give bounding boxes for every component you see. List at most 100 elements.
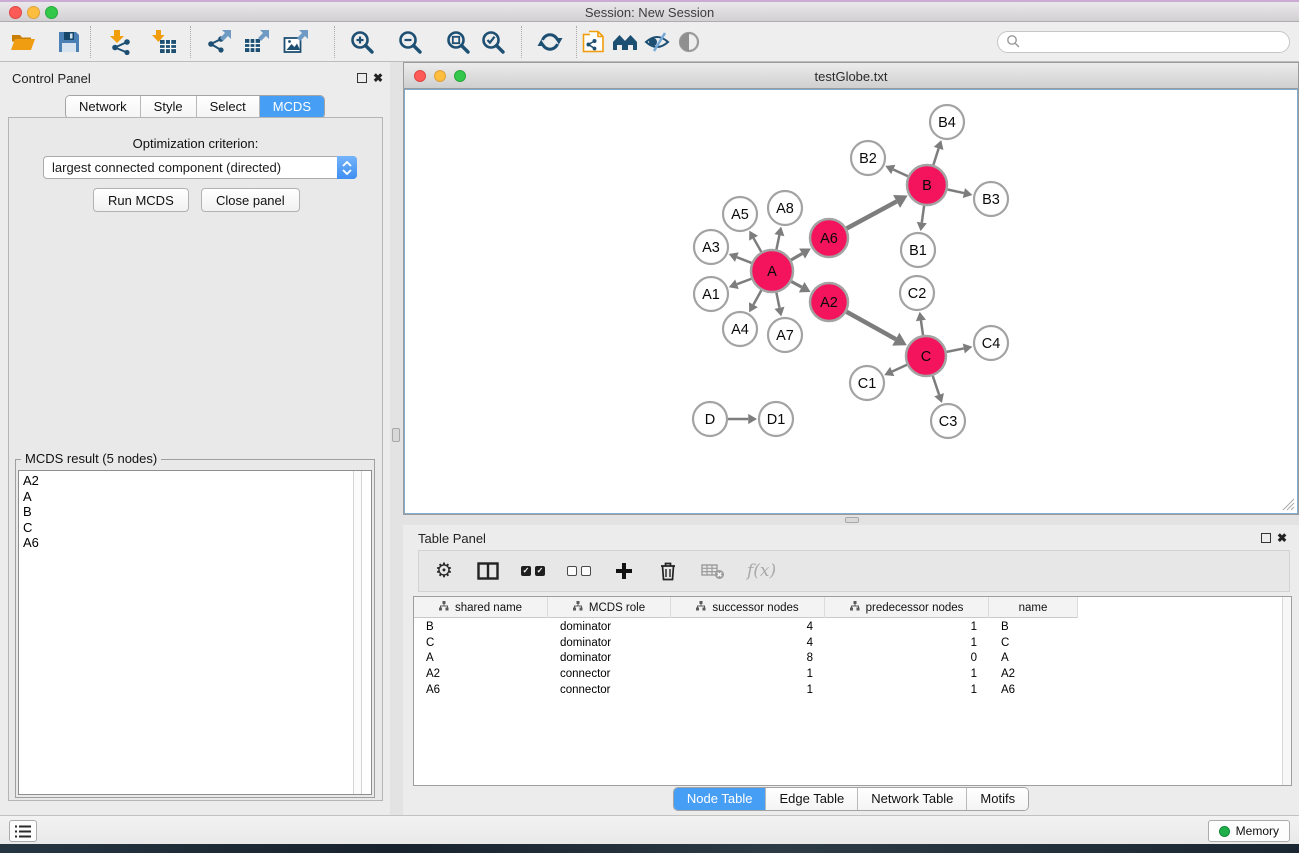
import-network-icon[interactable]	[108, 29, 134, 55]
save-session-icon[interactable]	[56, 29, 82, 55]
splitter-grip[interactable]	[392, 428, 400, 442]
result-item[interactable]: A2	[19, 473, 351, 489]
import-table-icon[interactable]	[151, 29, 177, 55]
edge-arrowhead	[963, 343, 973, 353]
edge-A-A5[interactable]	[754, 238, 762, 252]
deselect-all-icon[interactable]	[567, 558, 591, 584]
table-options-gear-icon[interactable]: ⚙	[433, 558, 455, 584]
zoom-out-icon[interactable]	[397, 29, 423, 55]
network-canvas[interactable]: AA6A2BCA1A3A5A8A4A7B1B2B3B4C1C2C3C4DD1	[404, 89, 1298, 514]
show-graphics-details-icon[interactable]	[676, 29, 702, 55]
table-scrollbar[interactable]	[1282, 597, 1291, 785]
zoom-fit-icon[interactable]	[445, 29, 471, 55]
export-table-icon[interactable]	[244, 29, 270, 55]
tab-network[interactable]: Network	[66, 96, 141, 118]
edge-A-A2[interactable]	[791, 282, 801, 288]
table-cell: A6	[989, 684, 1078, 696]
column-header-name[interactable]: name	[989, 597, 1078, 618]
edge-C-C1[interactable]	[892, 365, 907, 372]
mcds-result-group: MCDS result (5 nodes) A2ABCA6	[15, 459, 375, 798]
edge-B-B1[interactable]	[922, 206, 924, 223]
hide-graphics-details-icon[interactable]	[644, 29, 670, 55]
edge-B-B4[interactable]	[933, 148, 938, 165]
toolbar-divider	[521, 26, 522, 58]
task-history-button[interactable]	[9, 820, 37, 842]
tab-network-table[interactable]: Network Table	[858, 788, 967, 810]
edge-C-C4[interactable]	[947, 348, 964, 351]
node-label: C4	[982, 336, 1001, 352]
close-panel-icon[interactable]: ✖	[373, 72, 383, 84]
select-all-icon[interactable]: ✓✓	[521, 558, 545, 584]
mcds-tab-content: Optimization criterion: largest connecte…	[8, 117, 383, 801]
tab-node-table[interactable]: Node Table	[674, 788, 767, 810]
column-header-predecessor-nodes[interactable]: predecessor nodes	[825, 597, 989, 618]
tab-select[interactable]: Select	[197, 96, 260, 118]
column-header-mcds-role[interactable]: MCDS role	[548, 597, 671, 618]
open-file-icon[interactable]	[10, 29, 36, 55]
tab-motifs[interactable]: Motifs	[967, 788, 1028, 810]
search-input[interactable]	[1025, 33, 1289, 51]
tab-style[interactable]: Style	[141, 96, 197, 118]
edge-A2-C[interactable]	[846, 312, 895, 339]
zoom-in-icon[interactable]	[349, 29, 375, 55]
tab-edge-table[interactable]: Edge Table	[766, 788, 858, 810]
search-field[interactable]	[997, 31, 1290, 53]
delete-table-icon[interactable]	[701, 558, 725, 584]
home-view-icon[interactable]	[612, 29, 638, 55]
result-scrollbar[interactable]	[353, 471, 362, 794]
column-visibility-icon[interactable]	[477, 558, 499, 584]
column-header-shared-name[interactable]: shared name	[414, 597, 548, 618]
export-network-icon[interactable]	[206, 29, 232, 55]
close-panel-button[interactable]: Close panel	[201, 188, 300, 212]
delete-columns-icon[interactable]	[657, 558, 679, 584]
table-row[interactable]: Adominator80A	[414, 650, 1281, 666]
float-panel-icon[interactable]	[357, 73, 367, 83]
result-item[interactable]: B	[19, 504, 351, 520]
splitter-grip[interactable]	[845, 517, 859, 523]
edge-B-B3[interactable]	[948, 189, 964, 193]
tab-mcds[interactable]: MCDS	[260, 96, 324, 118]
edge-A-A6[interactable]	[791, 254, 802, 260]
control-panel-tabs: NetworkStyleSelectMCDS	[65, 95, 325, 119]
panel-splitter-vertical[interactable]	[390, 62, 403, 815]
optimization-criterion-dropdown[interactable]: largest connected component (directed)	[43, 156, 357, 179]
edge-A6-B[interactable]	[847, 201, 897, 228]
refresh-view-icon[interactable]	[537, 29, 563, 55]
run-mcds-button[interactable]: Run MCDS	[93, 188, 189, 212]
clone-network-icon[interactable]	[581, 29, 607, 55]
memory-button[interactable]: Memory	[1208, 820, 1290, 842]
edge-C-C2[interactable]	[921, 320, 923, 335]
table-cell: 1	[671, 684, 825, 696]
float-panel-icon[interactable]	[1261, 533, 1271, 543]
table-row[interactable]: Bdominator41B	[414, 619, 1281, 635]
edge-A-A1[interactable]	[737, 279, 751, 284]
panel-splitter-horizontal[interactable]	[403, 515, 1299, 525]
edge-A-A4[interactable]	[753, 290, 761, 304]
result-item[interactable]: C	[19, 520, 351, 536]
export-image-icon[interactable]	[283, 29, 309, 55]
table-row[interactable]: A2connector11A2	[414, 666, 1281, 682]
table-cell: C	[989, 637, 1078, 649]
network-window-titlebar[interactable]: testGlobe.txt	[404, 63, 1298, 89]
column-header-successor-nodes[interactable]: successor nodes	[671, 597, 825, 618]
table-cell: 0	[825, 652, 989, 664]
edge-A-A8[interactable]	[776, 235, 779, 249]
edge-C-C3[interactable]	[933, 376, 939, 395]
add-column-icon[interactable]	[613, 558, 635, 584]
result-item[interactable]: A6	[19, 535, 351, 551]
resize-grip-icon[interactable]	[1282, 498, 1295, 511]
zoom-selected-icon[interactable]	[480, 29, 506, 55]
node-label: B4	[938, 115, 956, 131]
table-row[interactable]: A6connector11A6	[414, 682, 1281, 698]
network-view-window: testGlobe.txt AA6A2BCA1A3A5A8A4A7B1B2B3B…	[403, 62, 1299, 515]
table-row[interactable]: Cdominator41C	[414, 635, 1281, 651]
edge-A-A7[interactable]	[776, 293, 779, 308]
table-cell: 1	[671, 668, 825, 680]
result-item[interactable]: A	[19, 489, 351, 505]
close-panel-icon[interactable]: ✖	[1277, 532, 1287, 544]
edge-arrowhead	[916, 312, 926, 321]
edge-B-B2[interactable]	[893, 170, 908, 177]
apply-function-icon[interactable]: f(x)	[747, 558, 776, 584]
network-graph: AA6A2BCA1A3A5A8A4A7B1B2B3B4C1C2C3C4DD1	[405, 90, 1299, 513]
edge-A-A3[interactable]	[737, 257, 752, 263]
